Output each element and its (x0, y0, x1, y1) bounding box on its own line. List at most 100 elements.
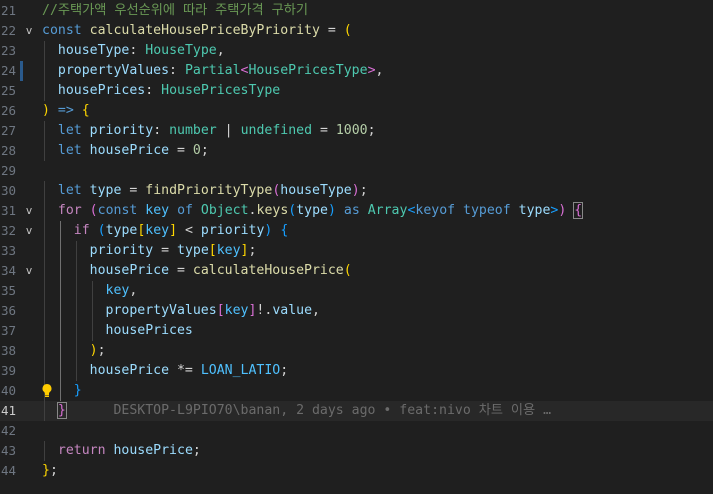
code-text[interactable]: return housePrice; (42, 441, 201, 461)
code-editor[interactable]: 21 //주택가액 우선순위에 따라 주택가격 구하기 22 v const calcu… (0, 0, 713, 494)
code-token: undefined (240, 123, 313, 138)
code-line[interactable]: 23 houseType: HouseType, (0, 41, 713, 61)
code-line[interactable]: 33 priority = type[key]; (0, 241, 713, 261)
code-text[interactable]: housePrice = calculateHousePrice( (42, 261, 352, 281)
code-text[interactable]: housePrices (42, 321, 193, 341)
code-line[interactable]: 37 housePrices (0, 321, 713, 341)
code-line[interactable]: 39 housePrice *= LOAN_LATIO; (0, 361, 713, 381)
code-text[interactable]: propertyValues[key]!.value, (42, 301, 320, 321)
code-token: !. (256, 303, 273, 318)
code-token: } (42, 463, 50, 478)
code-token: Object (200, 203, 249, 218)
code-token: ] (169, 223, 178, 238)
code-token: = (169, 263, 193, 278)
code-line[interactable]: 36 propertyValues[key]!.value, (0, 301, 713, 321)
code-token: , (375, 63, 384, 78)
code-text[interactable]: propertyValues: Partial<HousePricesType>… (42, 61, 384, 81)
code-line[interactable]: 43 return housePrice; (0, 441, 713, 461)
code-text[interactable]: } DESKTOP-L9PIO70\banan, 2 days ago • fe… (42, 401, 551, 421)
lightbulb-icon[interactable] (41, 383, 55, 399)
code-line[interactable]: 42 (0, 421, 713, 441)
code-token: key (145, 203, 170, 218)
code-token: as (343, 203, 360, 218)
code-text[interactable]: let priority: number | undefined = 1000; (42, 121, 376, 141)
code-line[interactable]: 22 v const calculateHousePriceByPriority =… (0, 21, 713, 41)
fold-chevron-icon[interactable]: v (22, 201, 36, 221)
code-line[interactable]: 40 } (0, 381, 713, 401)
fold-chevron-icon[interactable]: v (22, 21, 36, 41)
code-text[interactable]: ) => { (42, 101, 90, 121)
git-blame-annotation: DESKTOP-L9PIO70\banan, 2 days ago • feat… (113, 403, 552, 418)
code-token: if (73, 223, 90, 238)
code-line[interactable]: 30 let type = findPriorityType(houseType… (0, 181, 713, 201)
code-line[interactable]: 34 v housePrice = calculateHousePrice( (0, 261, 713, 281)
code-line[interactable]: 29 (0, 161, 713, 181)
code-line[interactable]: 32 v if (type[key] < priority) { (0, 221, 713, 241)
code-text[interactable]: for (const key of Object.keys(type) as A… (42, 201, 584, 221)
code-token: ; (367, 123, 376, 138)
code-token: housePrice (113, 443, 193, 458)
line-number: 23 (0, 43, 16, 58)
code-line[interactable]: 21 //주택가액 우선순위에 따라 주택가격 구하기 (0, 1, 713, 21)
code-line[interactable]: 38 ); (0, 341, 713, 361)
code-line[interactable]: 35 key, (0, 281, 713, 301)
code-token: = (153, 243, 177, 258)
code-token: : (129, 43, 146, 58)
code-token: = (312, 123, 336, 138)
code-text[interactable]: priority = type[key]; (42, 241, 257, 261)
code-line[interactable]: 24 propertyValues: Partial<HousePricesTy… (0, 61, 713, 81)
code-text[interactable]: let housePrice = 0; (42, 141, 209, 161)
code-text[interactable]: const calculateHousePriceByPriority = ( (42, 21, 352, 41)
code-text[interactable]: houseType: HouseType, (42, 41, 225, 61)
code-token: ( (89, 203, 98, 218)
code-text[interactable]: let type = findPriorityType(houseType); (42, 181, 368, 201)
code-token: key (145, 223, 170, 238)
line-number: 41 (0, 403, 16, 418)
code-token: housePrice (89, 143, 170, 158)
code-token: : (153, 123, 170, 138)
code-token: Array (367, 203, 408, 218)
fold-chevron-icon[interactable]: v (22, 261, 36, 281)
modified-line-marker[interactable] (20, 61, 23, 81)
code-text[interactable]: if (type[key] < priority) { (42, 221, 289, 241)
code-text[interactable]: housePrice *= LOAN_LATIO; (42, 361, 289, 381)
code-line[interactable]: 41 } DESKTOP-L9PIO70\banan, 2 days ago •… (0, 401, 713, 421)
code-token: 1000 (335, 123, 368, 138)
code-text[interactable]: //주택가액 우선순위에 따라 주택가격 구하기 (42, 1, 308, 21)
code-line[interactable]: 28 let housePrice = 0; (0, 141, 713, 161)
code-line[interactable]: 27 let priority: number | undefined = 10… (0, 121, 713, 141)
code-token: = (169, 143, 193, 158)
code-token: , (129, 283, 138, 298)
code-token: let (57, 143, 82, 158)
code-token: type (177, 243, 209, 258)
code-token: priority (89, 243, 154, 258)
line-number: 24 (0, 63, 16, 78)
code-token: = (319, 23, 344, 38)
fold-chevron-icon[interactable]: v (22, 221, 36, 241)
code-line[interactable]: 31 v for (const key of Object.keys(type) … (0, 201, 713, 221)
code-line[interactable]: 26) => { (0, 101, 713, 121)
code-token: calculateHousePrice (192, 263, 344, 278)
code-token: keyof (415, 203, 456, 218)
code-text[interactable]: ); (42, 341, 106, 361)
code-line[interactable]: 44}; (0, 461, 713, 481)
code-token: priority (89, 123, 154, 138)
code-token: , (216, 43, 225, 58)
line-number: 21 (0, 3, 16, 18)
code-text[interactable]: key, (42, 281, 138, 301)
code-token: key (216, 243, 241, 258)
code-line[interactable]: 25 housePrices: HousePricesType (0, 81, 713, 101)
code-text[interactable]: }; (42, 461, 58, 481)
code-text[interactable]: housePrices: HousePricesType (42, 81, 280, 101)
